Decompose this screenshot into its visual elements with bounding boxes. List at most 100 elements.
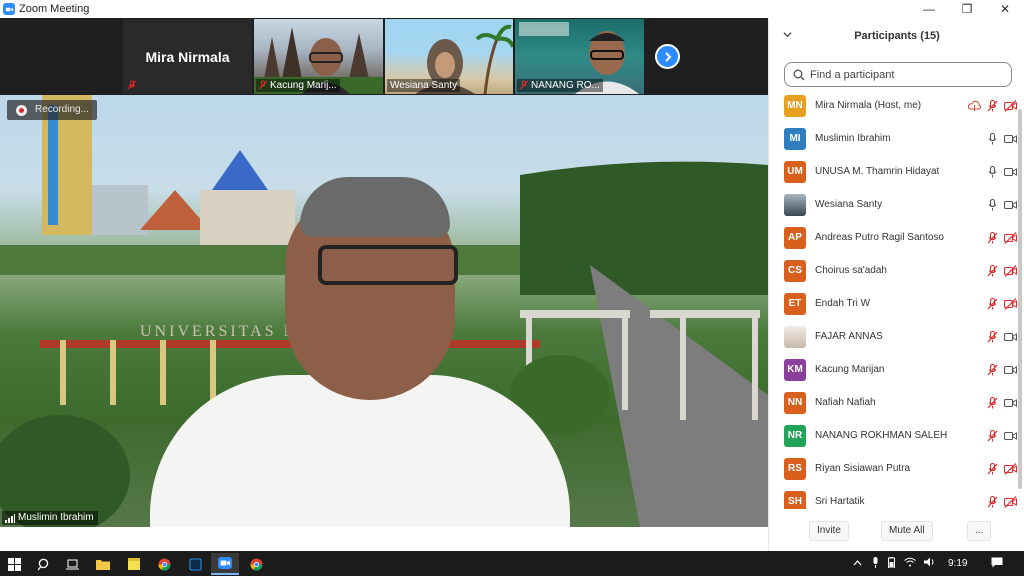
video-off-icon[interactable]	[1004, 231, 1017, 244]
chrome-profile-taskbar-button[interactable]	[242, 553, 270, 575]
search-input[interactable]	[810, 68, 1000, 81]
video-camera-icon[interactable]	[1004, 166, 1017, 178]
title-bar: Zoom Meeting — ❐ ✕	[0, 0, 1024, 18]
chrome-taskbar-button[interactable]	[150, 553, 178, 575]
next-page-button[interactable]	[655, 44, 680, 69]
participant-row[interactable]: FAJAR ANNAS	[769, 320, 1017, 353]
video-tile-mira[interactable]: Mira Nirmala	[123, 19, 252, 94]
video-camera-icon[interactable]	[1004, 430, 1017, 442]
participant-name: Andreas Putro Ragil Santoso	[815, 232, 944, 243]
chrome-icon	[250, 558, 262, 571]
microphone-tray-icon[interactable]	[872, 556, 879, 571]
zoom-taskbar-button[interactable]	[211, 553, 239, 575]
sticky-notes-taskbar-button[interactable]	[120, 553, 148, 575]
muted-mic-icon[interactable]	[986, 330, 999, 343]
window-title: Zoom Meeting	[19, 3, 90, 15]
video-tile-kacung[interactable]: Kacung Marij...	[254, 19, 383, 94]
record-icon	[16, 105, 27, 116]
participant-name: Nafiah Nafiah	[815, 397, 876, 408]
participant-list: MN Mira Nirmala (Host, me) MI Muslimin Ibra…	[769, 89, 1017, 509]
participant-row[interactable]: MI Muslimin Ibrahim	[769, 122, 1017, 155]
muted-mic-icon[interactable]	[986, 462, 999, 475]
meeting-controls-bar	[0, 527, 768, 551]
mic-icon[interactable]	[986, 132, 999, 145]
participant-row[interactable]: KM Kacung Marijan	[769, 353, 1017, 386]
file-explorer-taskbar-button[interactable]	[89, 553, 117, 575]
video-tile-wesiana[interactable]: Wesiana Santy	[385, 19, 513, 94]
muted-mic-icon[interactable]	[986, 363, 999, 376]
muted-mic-icon[interactable]	[986, 396, 999, 409]
muted-mic-icon[interactable]	[986, 99, 999, 112]
speaker-name-label: Muslimin Ibrahim	[2, 511, 98, 525]
participant-list-scrollbar[interactable]	[1017, 89, 1023, 519]
video-off-icon[interactable]	[1004, 462, 1017, 475]
clock-time[interactable]: 9:19	[948, 558, 967, 569]
muted-mic-icon[interactable]	[986, 297, 999, 310]
video-strip: Mira Nirmala Kacung Marij... Wesiana San…	[0, 18, 768, 95]
muted-mic-icon	[127, 80, 137, 90]
video-off-icon[interactable]	[1004, 99, 1017, 112]
participant-row[interactable]: MN Mira Nirmala (Host, me)	[769, 89, 1017, 122]
start-button[interactable]	[0, 553, 28, 575]
minimize-button[interactable]: —	[910, 0, 948, 18]
participant-search[interactable]	[784, 62, 1012, 87]
avatar: MN	[784, 94, 806, 117]
video-camera-icon[interactable]	[1004, 133, 1017, 145]
participant-row[interactable]: ET Endah Tri W	[769, 287, 1017, 320]
video-camera-icon[interactable]	[1004, 199, 1017, 211]
task-view-icon	[65, 559, 79, 570]
more-options-button[interactable]: ...	[967, 521, 992, 541]
battery-icon[interactable]	[888, 556, 895, 571]
participant-status-icons	[986, 396, 1017, 409]
mic-icon[interactable]	[986, 165, 999, 178]
task-view-button[interactable]	[58, 553, 86, 575]
video-off-icon[interactable]	[1004, 495, 1017, 508]
recording-indicator[interactable]: Recording...	[7, 100, 97, 120]
video-camera-icon[interactable]	[1004, 397, 1017, 409]
photoshop-icon	[188, 557, 202, 571]
avatar: NR	[784, 424, 806, 447]
video-off-icon[interactable]	[1004, 264, 1017, 277]
video-tile-nanang[interactable]: NANANG RO...	[515, 19, 644, 94]
active-speaker-video[interactable]: UNIVERSITAS NEG YA Recording... Muslimin…	[0, 95, 768, 527]
participant-name: FAJAR ANNAS	[815, 331, 883, 342]
zoom-app-icon	[3, 3, 15, 15]
participant-row[interactable]: NR NANANG ROKHMAN SALEH	[769, 419, 1017, 452]
video-off-icon[interactable]	[1004, 297, 1017, 310]
participant-row[interactable]: SH Sri Hartatik	[769, 485, 1017, 509]
participant-row[interactable]: AP Andreas Putro Ragil Santoso	[769, 221, 1017, 254]
avatar: KM	[784, 358, 806, 381]
zoom-icon	[218, 557, 232, 569]
muted-mic-icon	[519, 80, 529, 90]
participant-name: Mira Nirmala (Host, me)	[815, 100, 922, 111]
muted-mic-icon[interactable]	[986, 495, 999, 508]
participant-row[interactable]: NN Nafiah Nafiah	[769, 386, 1017, 419]
share-screen-icon[interactable]	[968, 100, 981, 112]
participants-footer: Invite Mute All ...	[769, 521, 1024, 545]
video-camera-icon[interactable]	[1004, 331, 1017, 343]
wifi-icon[interactable]	[904, 557, 916, 570]
avatar: ET	[784, 292, 806, 315]
photoshop-taskbar-button[interactable]	[181, 553, 209, 575]
close-button[interactable]: ✕	[986, 0, 1024, 18]
participant-row[interactable]: Wesiana Santy	[769, 188, 1017, 221]
muted-mic-icon[interactable]	[986, 429, 999, 442]
windows-logo-icon	[7, 557, 21, 571]
mic-icon[interactable]	[986, 198, 999, 211]
muted-mic-icon[interactable]	[986, 264, 999, 277]
scrollbar-thumb[interactable]	[1018, 109, 1022, 489]
participant-row[interactable]: UM UNUSA M. Thamrin Hidayat	[769, 155, 1017, 188]
invite-button[interactable]: Invite	[809, 521, 849, 541]
participant-row[interactable]: CS Choirus sa'adah	[769, 254, 1017, 287]
notification-center-icon[interactable]	[991, 557, 1003, 571]
participant-row[interactable]: RS Riyan Sisiawan Putra	[769, 452, 1017, 485]
mute-all-button[interactable]: Mute All	[881, 521, 933, 541]
restore-button[interactable]: ❐	[948, 0, 986, 18]
show-hidden-icons-icon[interactable]	[853, 558, 862, 569]
video-camera-icon[interactable]	[1004, 364, 1017, 376]
signal-strength-icon	[5, 514, 15, 523]
muted-mic-icon[interactable]	[986, 231, 999, 244]
taskbar-search-button[interactable]	[29, 553, 57, 575]
volume-icon[interactable]	[924, 557, 936, 570]
chevron-down-icon[interactable]	[783, 30, 792, 42]
